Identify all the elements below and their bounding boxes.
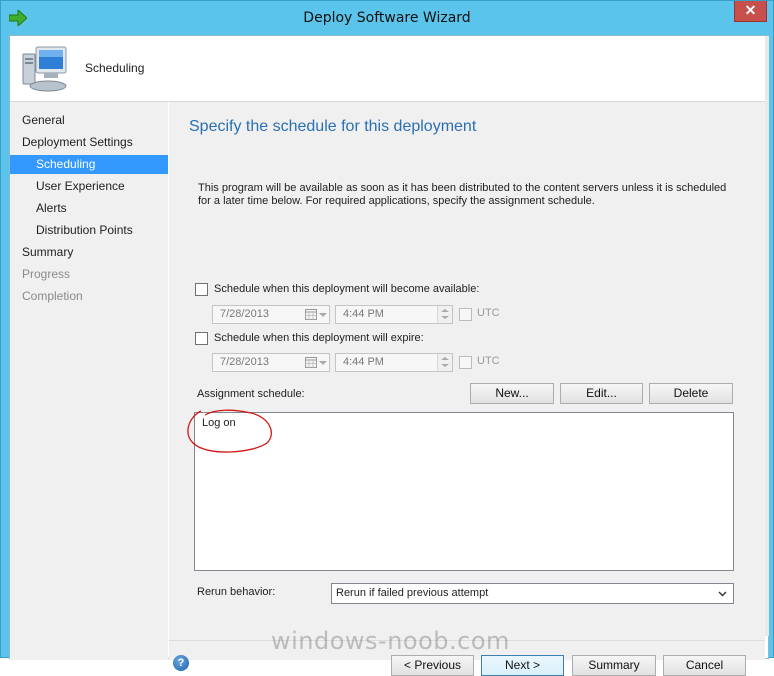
help-icon[interactable]: ? [173, 655, 189, 671]
close-button[interactable]: ✕ [734, 1, 767, 22]
watermark: windows-noob.com [271, 627, 510, 655]
available-time-value: 4:44 PM [343, 308, 384, 320]
next-button[interactable]: Next > [481, 655, 564, 676]
nav-item-user-experience[interactable]: User Experience [36, 177, 125, 196]
page-description: This program will be available as soon a… [198, 182, 727, 207]
page-heading: Specify the schedule for this deployment [189, 118, 477, 135]
available-time-picker[interactable]: 4:44 PM [335, 305, 453, 324]
available-date-value: 7/28/2013 [220, 308, 269, 320]
expire-utc-label: UTC [477, 355, 500, 367]
cancel-button[interactable]: Cancel [663, 655, 746, 676]
time-spinner[interactable] [437, 306, 452, 323]
available-utc-label: UTC [477, 307, 500, 319]
expire-time-value: 4:44 PM [343, 356, 384, 368]
wizard-navigation: General Deployment Settings Scheduling U… [10, 102, 168, 660]
new-schedule-button[interactable]: New... [470, 383, 554, 404]
rerun-behavior-label: Rerun behavior: [197, 586, 276, 598]
nav-item-general[interactable]: General [22, 111, 65, 130]
window-title: Deploy Software Wizard [303, 10, 471, 26]
nav-item-completion: Completion [22, 289, 83, 303]
nav-item-progress: Progress [22, 267, 71, 281]
wizard-client: Scheduling General Deployment Settings S… [9, 35, 769, 676]
nav-item-scheduling[interactable]: Scheduling [10, 155, 168, 174]
assignment-schedule-label: Assignment schedule: [197, 388, 305, 400]
summary-button[interactable]: Summary [572, 655, 656, 676]
nav-item-distribution-points[interactable]: Distribution Points [36, 221, 133, 240]
previous-button[interactable]: < Previous [391, 655, 474, 676]
time-spinner[interactable] [437, 354, 452, 371]
spin-down-icon[interactable] [441, 364, 449, 367]
expire-schedule-label: Schedule when this deployment will expir… [214, 332, 424, 344]
assignment-schedule-list[interactable]: Log on [187, 409, 734, 571]
chevron-down-icon[interactable] [319, 313, 327, 317]
expire-utc-checkbox[interactable] [459, 356, 472, 369]
spin-up-icon[interactable] [441, 309, 449, 312]
red-circle-annotation [187, 409, 272, 453]
available-utc-checkbox[interactable] [459, 308, 472, 321]
header-title: Scheduling [85, 61, 145, 75]
expire-date-picker[interactable]: 7/28/2013 [212, 353, 330, 372]
expire-schedule-checkbox[interactable] [195, 332, 208, 345]
rerun-behavior-value: Rerun if failed previous attempt [336, 587, 489, 599]
main-panel: Specify the schedule for this deployment… [169, 102, 765, 676]
wizard-header: Scheduling [10, 36, 768, 102]
chevron-down-icon[interactable] [319, 361, 327, 365]
rerun-behavior-select[interactable]: Rerun if failed previous attempt [331, 583, 734, 604]
edit-schedule-button[interactable]: Edit... [560, 383, 643, 404]
available-date-picker[interactable]: 7/28/2013 [212, 305, 330, 324]
available-schedule-checkbox[interactable] [195, 283, 208, 296]
nav-item-deployment-settings[interactable]: Deployment Settings [22, 133, 133, 152]
title-bar[interactable]: Deploy Software Wizard ✕ [1, 1, 773, 35]
window-edge [765, 36, 769, 636]
available-schedule-label: Schedule when this deployment will becom… [214, 283, 480, 295]
spin-up-icon[interactable] [441, 357, 449, 360]
delete-schedule-button[interactable]: Delete [649, 383, 733, 404]
calendar-icon[interactable] [305, 309, 317, 320]
expire-time-picker[interactable]: 4:44 PM [335, 353, 453, 372]
computer-icon [22, 46, 67, 92]
expire-date-value: 7/28/2013 [220, 356, 269, 368]
spin-down-icon[interactable] [441, 316, 449, 319]
chevron-down-icon[interactable] [718, 589, 727, 598]
nav-item-alerts[interactable]: Alerts [36, 199, 67, 218]
nav-item-summary[interactable]: Summary [22, 243, 73, 262]
calendar-icon[interactable] [305, 357, 317, 368]
wizard-window: Deploy Software Wizard ✕ Scheduling Gene… [0, 0, 774, 676]
